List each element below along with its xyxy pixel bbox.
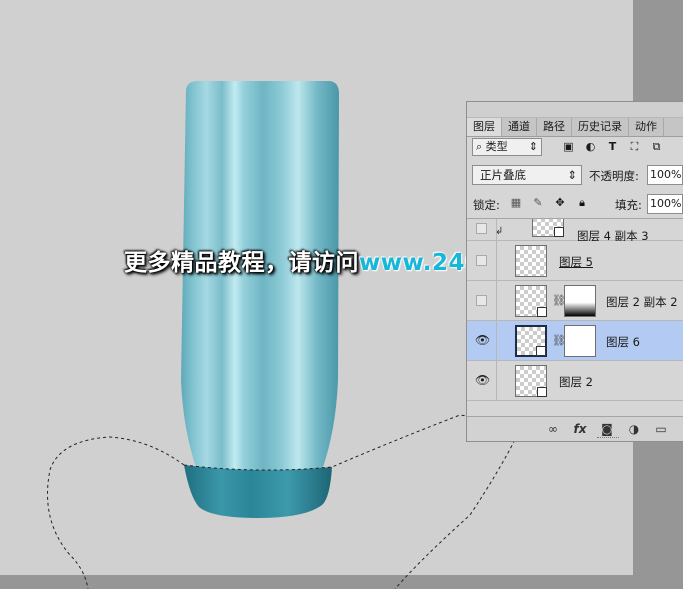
- type-filter-icon[interactable]: T: [606, 140, 619, 153]
- smart-object-icon: [554, 227, 564, 237]
- layer-thumbnail: [515, 365, 547, 397]
- blend-mode-value: 正片叠底: [480, 168, 526, 182]
- layer-name: 图层 6: [606, 335, 640, 349]
- eye-icon: 👁︎: [475, 333, 491, 347]
- tab-channels[interactable]: 通道: [502, 118, 537, 136]
- visibility-off-box: [476, 295, 487, 306]
- clipping-arrow-icon: ↲: [495, 226, 504, 237]
- lock-transparency-icon[interactable]: ▦: [509, 196, 523, 210]
- layer-mask-thumbnail[interactable]: [564, 325, 596, 357]
- filter-row: ⌕ 类型 ⇕ ▣ ◐ T ⛶ ⧉: [467, 138, 683, 160]
- lock-label: 锁定:: [473, 198, 500, 212]
- panel-tabs: 图层 通道 路径 历史记录 动作: [467, 118, 683, 137]
- layer-name: 图层 2: [559, 375, 593, 389]
- visibility-off-box: [476, 223, 487, 234]
- shape-filter-icon[interactable]: ⛶: [628, 140, 641, 153]
- layer-row[interactable]: ⛓ 图层 2 副本 2: [467, 281, 683, 321]
- lock-paint-icon[interactable]: ✎: [531, 196, 545, 210]
- smart-object-icon: [537, 307, 547, 317]
- tab-paths[interactable]: 路径: [537, 118, 572, 136]
- layers-panel: 图层 通道 路径 历史记录 动作 ⌕ 类型 ⇕ ▣ ◐ T ⛶ ⧉ 正片叠底 ⇕ 不…: [466, 101, 683, 442]
- fill-input[interactable]: 100%: [647, 194, 683, 214]
- layer-filter-label: 类型: [485, 140, 508, 153]
- add-mask-icon[interactable]: ◙: [599, 421, 615, 437]
- opacity-label: 不透明度:: [589, 169, 639, 183]
- panel-title-bar[interactable]: [467, 102, 683, 118]
- layers-list: ↲ 图层 4 副本 3 图层 5 ⛓ 图层 2 副本 2 👁︎ ⛓ 图层 6 👁…: [467, 218, 683, 417]
- tab-history[interactable]: 历史记录: [572, 118, 629, 136]
- stepper-icon: ⇕: [528, 140, 538, 153]
- visibility-toggle[interactable]: 👁︎: [467, 361, 497, 400]
- smart-object-icon: [537, 387, 547, 397]
- stepper-icon: ⇕: [567, 168, 577, 182]
- layer-name: 图层 5: [559, 255, 593, 269]
- visibility-off-box: [476, 255, 487, 266]
- layer-thumbnail: [515, 325, 547, 357]
- blend-row: 正片叠底 ⇕ 不透明度: 100%: [467, 165, 683, 187]
- smart-object-icon: [536, 346, 546, 356]
- lock-position-icon[interactable]: ✥: [553, 196, 567, 210]
- layer-row-selected[interactable]: 👁︎ ⛓ 图层 6: [467, 321, 683, 361]
- opacity-input[interactable]: 100%: [647, 165, 683, 185]
- visibility-toggle[interactable]: [467, 219, 497, 240]
- smart-object-filter-icon[interactable]: ⧉: [650, 140, 663, 153]
- layer-mask-thumbnail[interactable]: [564, 285, 596, 317]
- tab-layers[interactable]: 图层: [467, 118, 502, 136]
- blend-mode-select[interactable]: 正片叠底 ⇕: [472, 165, 582, 185]
- visibility-toggle[interactable]: [467, 281, 497, 320]
- image-filter-icon[interactable]: ▣: [562, 140, 575, 153]
- layer-thumbnail: [515, 245, 547, 277]
- fill-label: 填充:: [615, 198, 642, 212]
- lock-all-icon[interactable]: 🔒︎: [575, 196, 589, 210]
- panel-footer: ∞ fx ◙ ◑ ▭: [467, 416, 683, 441]
- vase-base: [184, 465, 332, 518]
- visibility-toggle[interactable]: 👁︎: [467, 321, 497, 360]
- layer-thumbnail: [515, 285, 547, 317]
- lock-row: 锁定: ▦ ✎ ✥ 🔒︎ 填充: 100%: [467, 194, 683, 216]
- layer-name: 图层 2 副本 2: [606, 295, 678, 309]
- layer-row[interactable]: 👁︎ 图层 2: [467, 361, 683, 401]
- link-icon[interactable]: ∞: [545, 421, 561, 437]
- layer-thumbnail: [532, 219, 564, 237]
- adjustment-icon[interactable]: ◑: [626, 421, 642, 437]
- resize-grip[interactable]: [597, 437, 619, 441]
- layer-row[interactable]: 图层 5: [467, 241, 683, 281]
- layer-row[interactable]: ↲ 图层 4 副本 3: [467, 219, 683, 243]
- watermark-text: 更多精品教程，请访问: [124, 250, 359, 276]
- eye-icon: 👁︎: [475, 373, 491, 387]
- layer-filter-select[interactable]: ⌕ 类型 ⇕: [472, 138, 542, 156]
- adjustment-filter-icon[interactable]: ◐: [584, 140, 597, 153]
- new-group-icon[interactable]: ▭: [653, 421, 669, 437]
- search-icon: ⌕: [476, 140, 486, 153]
- tab-actions[interactable]: 动作: [629, 118, 664, 136]
- fx-icon[interactable]: fx: [572, 421, 588, 437]
- visibility-toggle[interactable]: [467, 241, 497, 280]
